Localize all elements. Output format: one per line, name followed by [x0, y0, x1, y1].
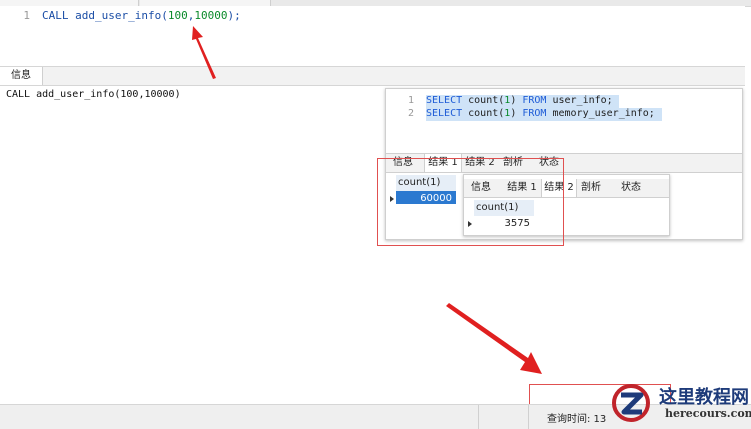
- overlay-sql-editor: 1 2 SELECT count(1) FROM user_info; SELE…: [386, 89, 742, 151]
- line-gutter: 1: [0, 6, 36, 66]
- code-function: count(: [462, 108, 505, 119]
- code-line: SELECT count(1) FROM user_info;: [426, 95, 613, 106]
- watermark-url: herecours.com: [665, 407, 751, 420]
- code-keyword: SELECT: [426, 95, 463, 106]
- message-output: CALL add_user_info(100,10000): [6, 89, 181, 100]
- code-keyword: SELECT: [426, 108, 463, 119]
- code-keyword: FROM: [522, 95, 547, 106]
- tab-info[interactable]: 信息: [0, 67, 43, 85]
- code-function: count(: [462, 95, 505, 106]
- code-paren: ): [510, 95, 523, 106]
- status-divider: [478, 405, 479, 429]
- sql-editor[interactable]: 1 CALL add_user_info(100,10000);: [0, 6, 745, 66]
- site-logo-icon: [612, 384, 650, 422]
- code-table: user_info;: [546, 95, 613, 106]
- arrow-up-icon: [192, 26, 216, 79]
- code-line: SELECT count(1) FROM memory_user_info;: [426, 108, 655, 119]
- site-watermark: 这里教程网 herecours.com: [603, 377, 751, 427]
- watermark-site-name: 这里教程网: [659, 387, 749, 408]
- tab-profile[interactable]: 剖析: [578, 179, 604, 197]
- code-call: CALL add_user_info(: [42, 9, 168, 22]
- tab-status[interactable]: 状态: [614, 179, 648, 197]
- arrow-down-icon: [446, 303, 542, 374]
- code-paren: ): [510, 108, 523, 119]
- line-number: 1: [23, 9, 30, 22]
- bottom-panel-tabbar: 信息: [0, 66, 745, 86]
- query-time-label: 查询时间: 13: [547, 414, 607, 425]
- status-divider: [528, 405, 529, 429]
- code-table: memory_user_info;: [546, 108, 655, 119]
- code-keyword: FROM: [522, 108, 547, 119]
- highlight-box: [377, 158, 564, 246]
